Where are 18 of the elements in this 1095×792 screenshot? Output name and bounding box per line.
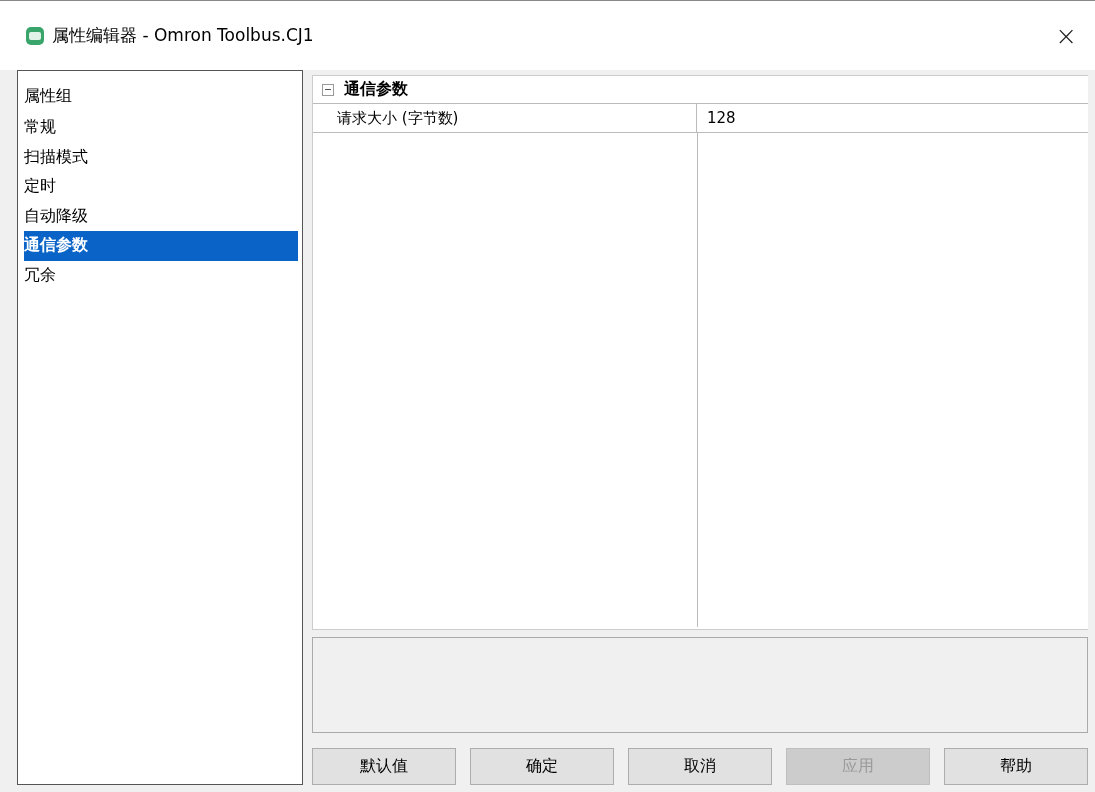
group-item[interactable]: 自动降级 xyxy=(24,201,298,231)
app-logo-icon xyxy=(26,26,44,45)
group-item[interactable]: 冗余 xyxy=(24,260,298,290)
group-item[interactable]: 通信参数 xyxy=(24,231,298,261)
dialog-button[interactable]: 取消 xyxy=(628,748,772,785)
property-value[interactable]: 128 xyxy=(697,104,1088,132)
dialog-button[interactable]: 默认值 xyxy=(312,748,456,785)
category-name: 通信参数 xyxy=(344,79,408,100)
group-item[interactable]: 常规 xyxy=(24,113,298,143)
dialog-button[interactable]: 帮助 xyxy=(944,748,1088,785)
group-item[interactable]: 定时 xyxy=(24,172,298,202)
window-title: 属性编辑器 - Omron Toolbus.CJ1 xyxy=(52,24,315,47)
collapse-icon[interactable] xyxy=(322,83,334,96)
group-item[interactable]: 扫描模式 xyxy=(24,142,298,172)
dialog-button[interactable]: 确定 xyxy=(470,748,614,785)
property-name: 请求大小 (字节数) xyxy=(333,104,697,132)
close-button[interactable]: × xyxy=(1051,20,1081,51)
list-header: 属性组 xyxy=(24,84,73,107)
